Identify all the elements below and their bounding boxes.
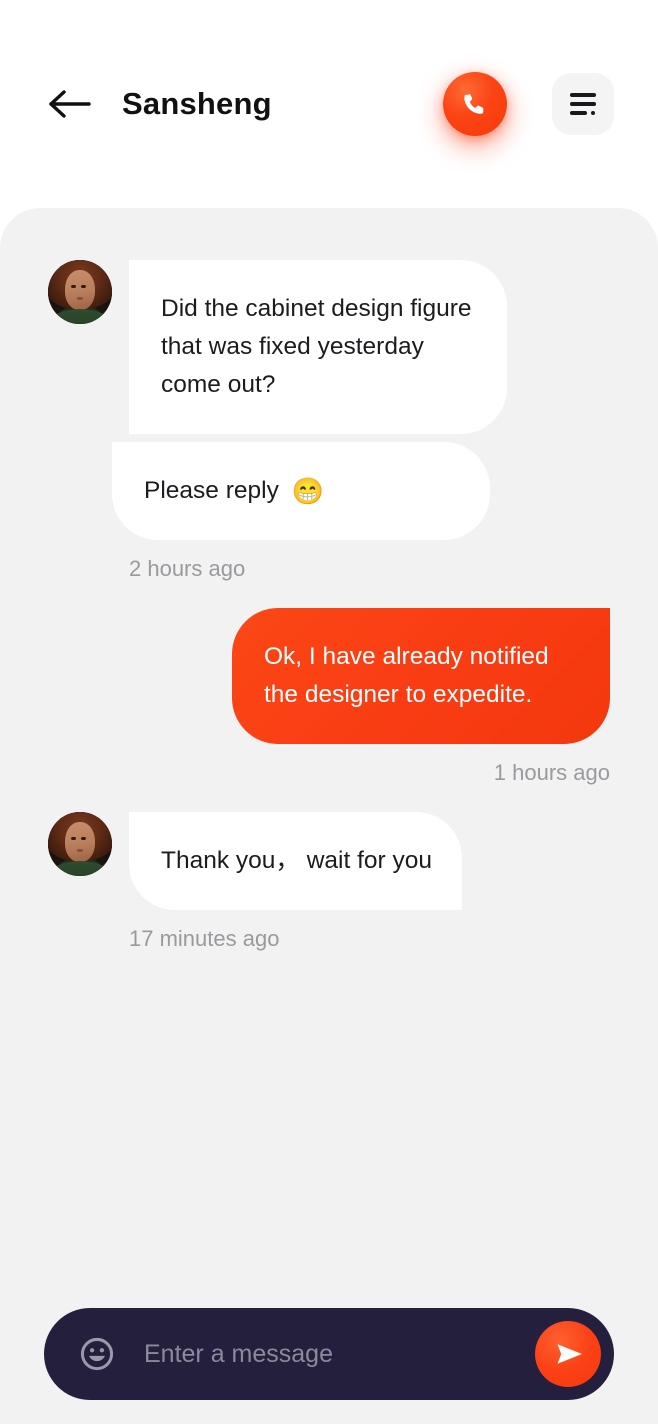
menu-list-icon [570,93,596,115]
back-button[interactable] [48,81,94,127]
message-bubble[interactable]: Ok, I have already notified the designer… [232,608,610,744]
composer[interactable] [44,1308,614,1400]
page-title: Sansheng [122,86,272,121]
avatar[interactable] [48,260,112,324]
message-row-incoming: Did the cabinet design figure that was f… [0,260,658,540]
message-bubble[interactable]: Thank you， wait for you [129,812,462,910]
message-timestamp: 1 hours ago [493,760,610,785]
grinning-face-emoji: 😁 [291,476,325,506]
message-row-incoming: Thank you， wait for you [0,812,658,910]
message-bubble[interactable]: Did the cabinet design figure that was f… [129,260,507,434]
message-timestamp: 17 minutes ago [129,926,280,951]
message-bubble[interactable]: Please reply 😁 [112,442,490,540]
menu-button[interactable] [552,73,614,135]
send-paper-plane-icon [552,1341,585,1367]
chat-header: Sansheng [0,0,658,208]
composer-bar [0,1284,658,1424]
message-input[interactable] [144,1339,535,1369]
send-button[interactable] [535,1321,601,1387]
phone-icon [461,90,489,118]
arrow-left-icon [48,89,92,119]
message-text: Please reply [144,477,286,504]
smiley-face-icon[interactable] [76,1333,118,1375]
message-list[interactable]: Did the cabinet design figure that was f… [0,208,658,1424]
message-timestamp: 2 hours ago [129,556,246,581]
avatar[interactable] [48,812,112,876]
chat-screen: Sansheng Did the cabinet design figure t… [0,0,658,1424]
call-button[interactable] [443,72,507,136]
message-row-outgoing: Ok, I have already notified the designer… [0,608,658,744]
